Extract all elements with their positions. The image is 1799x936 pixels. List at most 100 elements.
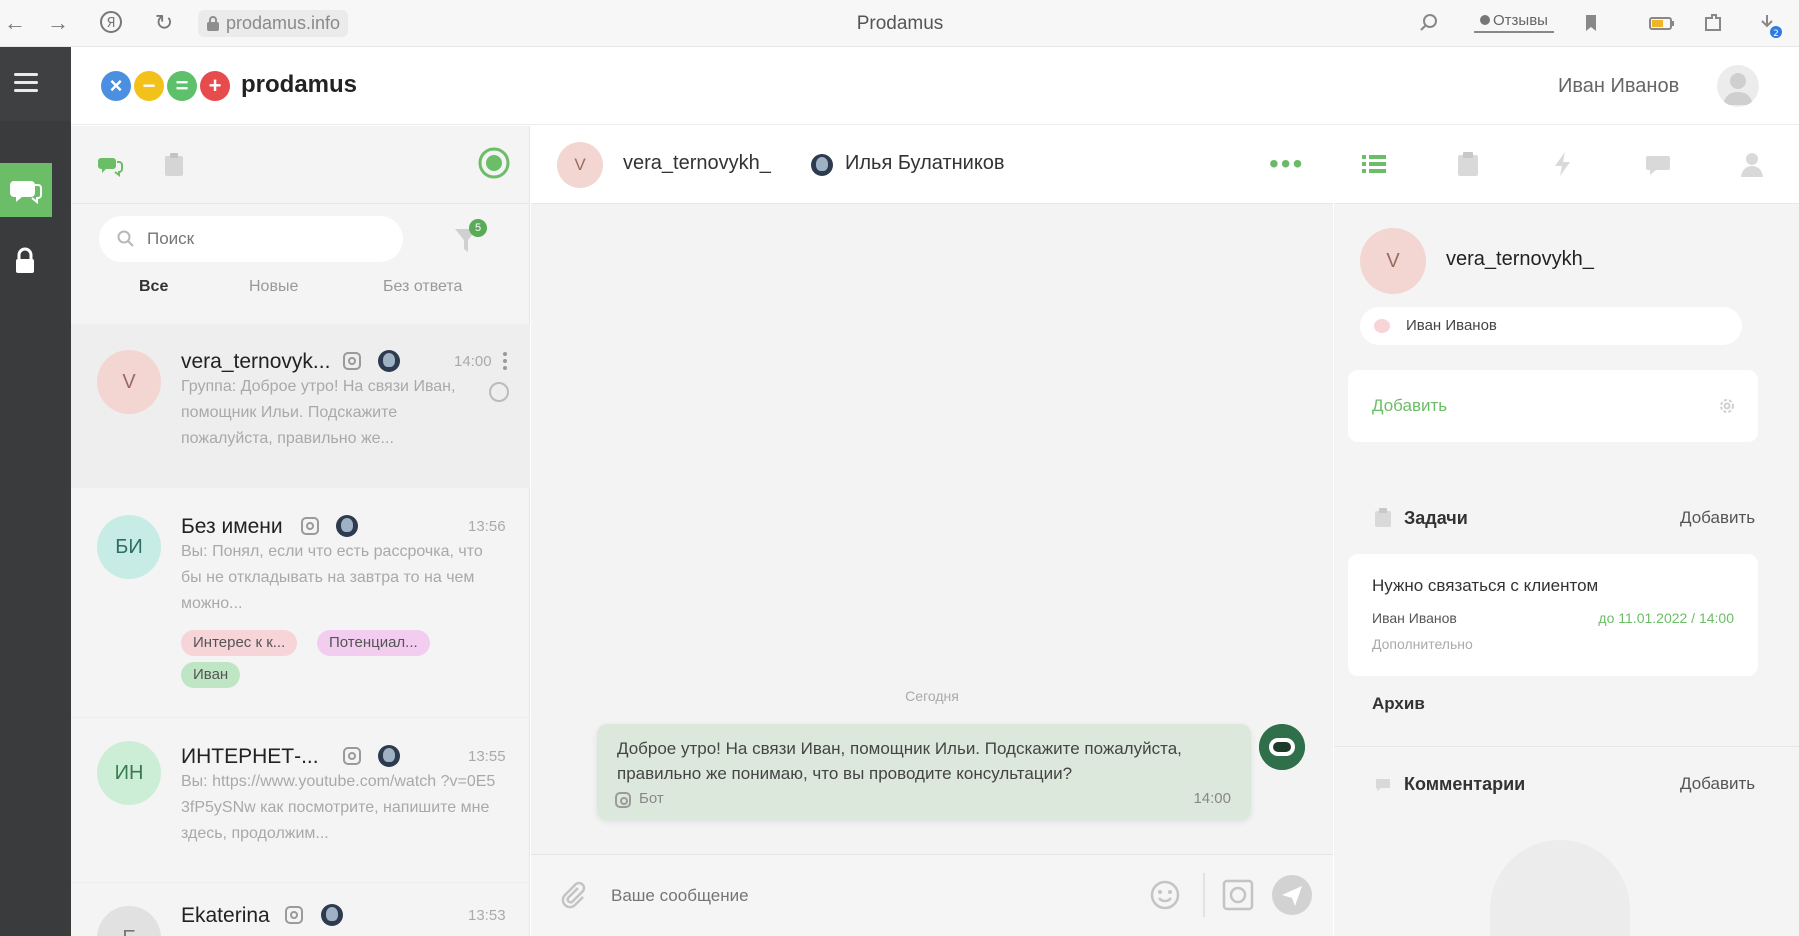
chat-operator-name[interactable]: Илья Булатников [845,152,1005,175]
tab-unanswered[interactable]: Без ответа [383,278,462,296]
conversation-item[interactable]: V vera_ternovyk... 14:00 Группа: Доброе … [71,324,530,488]
conversation-time: 13:55 [468,748,506,765]
person-icon[interactable] [1738,150,1766,178]
info-tabs [1334,126,1799,204]
comment-icon[interactable] [1644,150,1672,178]
reviews-label: Отзывы [1493,12,1548,29]
conversation-list-panel: 5 Все Новые Без ответа V vera_ternovyk..… [71,126,530,936]
task-due: до 11.01.2022 / 14:00 [1598,610,1734,626]
more-options-icon[interactable]: ••• [1269,148,1304,180]
send-button[interactable] [1272,875,1312,915]
client-name[interactable]: vera_ternovykh_ [1446,248,1594,271]
conversation-name: Без имени [181,515,283,538]
conversation-item[interactable]: БИ Без имени 13:56 Вы: Понял, если что е… [71,489,530,718]
url-text: prodamus.info [226,13,341,33]
clipboard-icon [1375,508,1391,527]
reload-icon[interactable]: ↻ [151,10,177,36]
yandex-icon[interactable]: Я [98,9,124,35]
support-widget[interactable] [1490,840,1630,936]
tag-chip[interactable]: Потенциал... [317,630,430,656]
image-icon[interactable] [1221,878,1255,917]
logo-text: prodamus [241,71,358,98]
current-user-name[interactable]: Иван Иванов [1558,75,1679,98]
conversation-item[interactable]: E Ekaterina 13:53 [71,884,530,936]
left-rail [0,47,71,936]
task-extra[interactable]: Дополнительно [1372,636,1473,652]
search-input[interactable] [147,226,387,252]
mark-read-checkbox[interactable] [489,382,509,402]
list-toolbar [71,126,530,204]
clipboard-icon[interactable] [163,152,185,183]
reviews-icon [1480,15,1490,25]
user-avatar[interactable] [1717,65,1759,107]
send-icon [1282,886,1302,906]
reviews-button[interactable]: Отзывы [1474,10,1554,33]
clipboard-icon[interactable] [1454,150,1482,178]
tab-new[interactable]: Новые [249,278,298,296]
conversation-time: 13:53 [468,907,506,924]
smiley-icon[interactable] [1149,879,1181,916]
tasks-title: Задачи [1404,508,1468,528]
responsible-chip[interactable]: Иван Иванов [1360,307,1742,345]
downloads-icon[interactable]: 2 [1756,12,1782,39]
task-title: Нужно связаться с клиентом [1372,576,1599,595]
user-dot-icon [1374,319,1390,333]
chats-icon [10,181,42,205]
lock-icon[interactable] [14,247,36,275]
tag-chip[interactable]: Интерес к к... [181,630,298,656]
list-icon[interactable] [1360,150,1388,178]
bot-avatar [1259,724,1305,770]
logo-dot-green: = [167,71,197,101]
conversation-preview: Группа: Доброе утро! На связи Иван, помо… [181,378,456,447]
rail-chats-button[interactable] [0,163,52,217]
search-icon [117,230,134,247]
battery-icon[interactable] [1648,12,1676,34]
browser-page-title: Prodamus [856,13,944,34]
avatar: V [97,350,161,414]
archive-link[interactable]: Архив [1372,694,1425,714]
message-input[interactable] [611,881,1051,911]
logo-dot-yellow: − [134,71,164,101]
back-arrow-icon[interactable]: ← [2,10,28,36]
chat-header: V vera_ternovykh_ Илья Булатников ••• [531,126,1333,204]
instagram-icon [285,906,303,924]
address-bar[interactable]: prodamus.info [198,10,349,37]
zoom-icon[interactable] [1418,12,1440,34]
filter-count-badge: 5 [469,219,487,237]
extensions-icon[interactable] [1702,12,1724,34]
more-vertical-icon[interactable] [503,351,507,371]
instagram-icon [615,792,631,808]
comment-icon [1376,779,1390,791]
operator-avatar [378,350,400,372]
client-avatar: V [1360,228,1426,294]
chat-avatar[interactable]: V [557,142,603,188]
paperclip-icon[interactable] [557,879,589,916]
instagram-icon [343,352,361,370]
search-box[interactable] [99,216,403,262]
conversation-item[interactable]: ИН ИНТЕРНЕТ-... 13:55 Вы: https://www.yo… [71,719,530,883]
tag-chip[interactable]: Иван [181,662,241,688]
operator-avatar [378,745,400,767]
message-bubble[interactable]: Доброе утро! На связи Иван, помощник Иль… [597,724,1251,820]
hamburger-icon[interactable] [0,47,71,121]
tab-all[interactable]: Все [139,278,168,296]
bookmark-icon[interactable] [1580,12,1602,34]
svg-text:2: 2 [1773,29,1779,38]
online-status-icon[interactable] [477,146,511,185]
instagram-icon [301,517,319,535]
app-header: × − = + prodamus Иван Иванов [71,47,1799,125]
gear-icon[interactable] [1718,397,1736,415]
lightning-icon[interactable] [1549,150,1577,178]
operator-avatar [336,515,358,537]
conversation-time: 13:56 [468,518,506,535]
conversation-time: 14:00 [454,353,492,370]
operator-avatar [811,154,833,176]
forward-arrow-icon[interactable]: → [45,10,71,36]
add-comment-link[interactable]: Добавить [1680,774,1755,794]
add-field-link[interactable]: Добавить [1372,396,1447,416]
browser-toolbar: ← → Я ↻ prodamus.info Prodamus Отзывы 2 [0,0,1799,47]
chats-icon[interactable] [97,152,123,183]
chat-contact-name[interactable]: vera_ternovykh_ [623,152,771,175]
task-card[interactable]: Нужно связаться с клиентом Иван Иванов д… [1348,554,1758,676]
add-task-link[interactable]: Добавить [1680,508,1755,528]
